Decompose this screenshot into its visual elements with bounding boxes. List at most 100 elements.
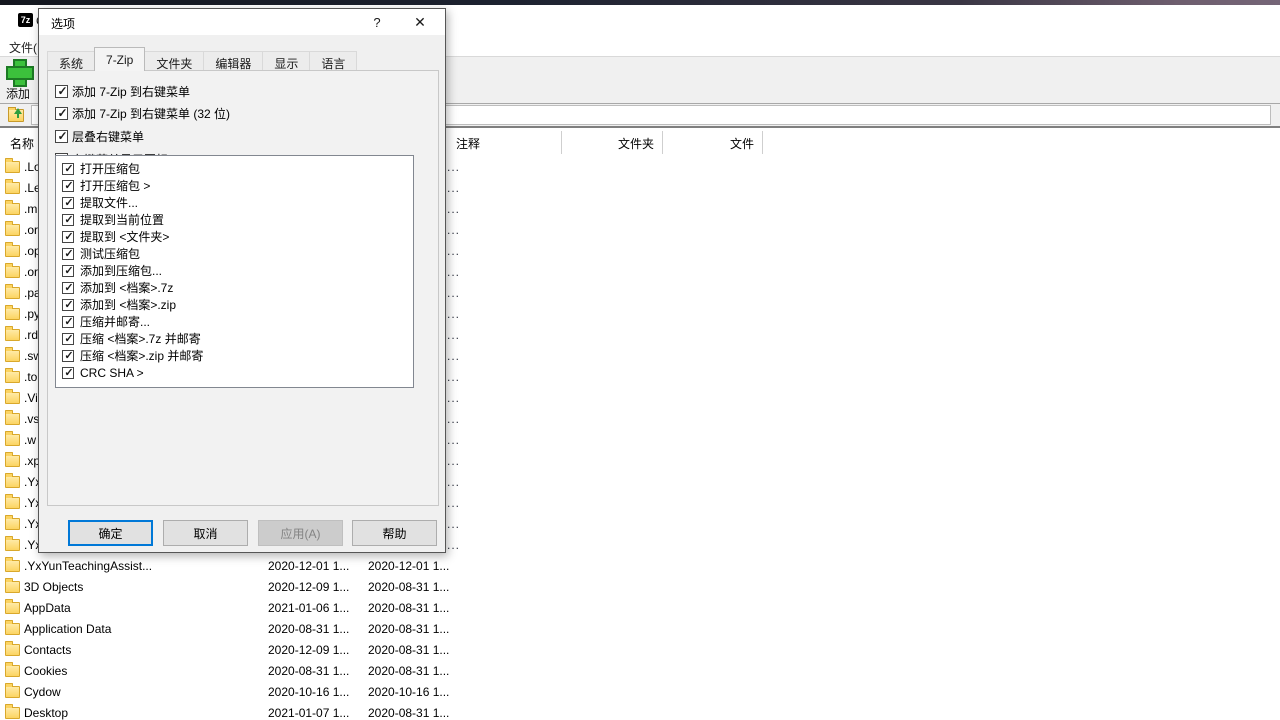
context-item-label: 添加到 <档案>.7z: [80, 279, 173, 296]
context-menu-item-row[interactable]: 提取文件...: [62, 194, 413, 211]
context-menu-item-row[interactable]: 压缩 <档案>.7z 并邮寄: [62, 330, 413, 347]
option-checkbox-row[interactable]: 添加 7-Zip 到右键菜单: [55, 83, 190, 99]
checkbox-icon[interactable]: [62, 282, 74, 294]
folder-icon: [5, 203, 20, 215]
add-button[interactable]: 添加: [1, 59, 35, 103]
file-row[interactable]: Desktop 2021-01-07 1... 2020-08-31 1...: [0, 702, 1280, 720]
checkbox-icon[interactable]: [62, 180, 74, 192]
file-row[interactable]: Cookies 2020-08-31 1... 2020-08-31 1...: [0, 660, 1280, 681]
tab-文件夹[interactable]: 文件夹: [144, 51, 204, 71]
checkbox-icon[interactable]: [62, 265, 74, 277]
checkbox-icon[interactable]: [62, 214, 74, 226]
ok-button[interactable]: 确定: [68, 520, 153, 546]
column-header-comment[interactable]: 注释: [456, 135, 480, 152]
context-menu-item-row[interactable]: 提取到当前位置: [62, 211, 413, 228]
file-row[interactable]: Contacts 2020-12-09 1... 2020-08-31 1...: [0, 639, 1280, 660]
truncated-date-ellipsis: ...: [447, 265, 460, 279]
checkbox-icon[interactable]: [55, 85, 68, 98]
cancel-button[interactable]: 取消: [163, 520, 248, 546]
file-row[interactable]: AppData 2021-01-06 1... 2020-08-31 1...: [0, 597, 1280, 618]
file-name: Cookies: [24, 664, 67, 678]
context-menu-item-row[interactable]: CRC SHA >: [62, 364, 413, 381]
checkbox-icon[interactable]: [62, 197, 74, 209]
dialog-titlebar: 选项 ? ✕: [39, 9, 445, 35]
file-row[interactable]: .YxYunTeachingAssist... 2020-12-01 1... …: [0, 555, 1280, 576]
dialog-help-icon[interactable]: ?: [360, 9, 394, 35]
file-created-date: 2020-08-31 1...: [368, 664, 458, 678]
column-header-folders[interactable]: 文件夹: [563, 135, 654, 152]
option-checkbox-row[interactable]: 层叠右键菜单: [55, 128, 144, 144]
folder-icon: [5, 707, 20, 719]
7zip-app-icon: 7z: [18, 13, 33, 27]
checkbox-icon[interactable]: [62, 333, 74, 345]
option-checkbox-row[interactable]: 添加 7-Zip 到右键菜单 (32 位): [55, 106, 230, 122]
file-created-date: 2020-08-31 1...: [368, 706, 458, 720]
file-row[interactable]: 3D Objects 2020-12-09 1... 2020-08-31 1.…: [0, 576, 1280, 597]
context-menu-item-row[interactable]: 打开压缩包: [62, 160, 413, 177]
help-button[interactable]: 帮助: [352, 520, 437, 546]
truncated-date-ellipsis: ...: [447, 433, 460, 447]
up-one-level-button[interactable]: [5, 105, 27, 125]
folder-icon: [5, 497, 20, 509]
checkbox-icon[interactable]: [62, 350, 74, 362]
context-menu-item-row[interactable]: 提取到 <文件夹>: [62, 228, 413, 245]
checkbox-icon[interactable]: [62, 367, 74, 379]
context-menu-item-row[interactable]: 添加到压缩包...: [62, 262, 413, 279]
context-item-label: 压缩 <档案>.zip 并邮寄: [80, 347, 203, 364]
checkbox-icon[interactable]: [55, 130, 68, 143]
column-divider[interactable]: [662, 131, 663, 154]
tab-系统[interactable]: 系统: [47, 51, 95, 71]
tab-语言[interactable]: 语言: [309, 51, 357, 71]
checkbox-icon[interactable]: [62, 316, 74, 328]
file-name: .or: [24, 223, 38, 237]
checkbox-icon[interactable]: [55, 107, 68, 120]
tab-显示[interactable]: 显示: [262, 51, 310, 71]
context-menu-item-row[interactable]: 压缩并邮寄...: [62, 313, 413, 330]
context-menu-item-row[interactable]: 添加到 <档案>.zip: [62, 296, 413, 313]
context-item-label: 提取到 <文件夹>: [80, 228, 169, 245]
context-menu-item-row[interactable]: 添加到 <档案>.7z: [62, 279, 413, 296]
truncated-date-ellipsis: ...: [447, 244, 460, 258]
dialog-title: 选项: [51, 15, 75, 32]
truncated-date-ellipsis: ...: [447, 223, 460, 237]
truncated-date-ellipsis: ...: [447, 538, 460, 552]
context-item-label: 提取到当前位置: [80, 211, 164, 228]
folder-icon: [5, 686, 20, 698]
tab-7-Zip[interactable]: 7-Zip: [94, 47, 145, 71]
checkbox-icon[interactable]: [62, 248, 74, 260]
folder-icon: [5, 308, 20, 320]
column-header-name[interactable]: 名称: [10, 135, 34, 152]
folder-icon: [5, 644, 20, 656]
context-menu-item-row[interactable]: 打开压缩包 >: [62, 177, 413, 194]
context-menu-item-row[interactable]: 压缩 <档案>.zip 并邮寄: [62, 347, 413, 364]
folder-icon: [5, 266, 20, 278]
tab-编辑器[interactable]: 编辑器: [203, 51, 263, 71]
file-modified-date: 2020-12-09 1...: [268, 643, 362, 657]
context-menu-item-row[interactable]: 测试压缩包: [62, 245, 413, 262]
context-item-label: 压缩 <档案>.7z 并邮寄: [80, 330, 201, 347]
column-divider[interactable]: [561, 131, 562, 154]
options-dialog: 选项 ? ✕ 系统 7-Zip 文件夹 编辑器 显示 语言 添加 7-Zip 到…: [38, 8, 446, 553]
file-row[interactable]: Cydow 2020-10-16 1... 2020-10-16 1...: [0, 681, 1280, 702]
file-name: Application Data: [24, 622, 111, 636]
file-name: Desktop: [24, 706, 68, 720]
folder-icon: [5, 350, 20, 362]
checkbox-icon[interactable]: [62, 299, 74, 311]
column-header-files[interactable]: 文件: [664, 135, 754, 152]
file-row[interactable]: Application Data 2020-08-31 1... 2020-08…: [0, 618, 1280, 639]
folder-icon: [5, 476, 20, 488]
column-divider[interactable]: [762, 131, 763, 154]
folder-up-icon: [8, 109, 24, 122]
folder-icon: [5, 665, 20, 677]
dialog-close-icon[interactable]: ✕: [403, 9, 437, 35]
folder-icon: [5, 518, 20, 530]
apply-button[interactable]: 应用(A): [258, 520, 343, 546]
context-item-label: 添加到压缩包...: [80, 262, 162, 279]
folder-icon: [5, 245, 20, 257]
folder-icon: [5, 329, 20, 341]
checkbox-icon[interactable]: [62, 163, 74, 175]
context-item-label: CRC SHA >: [80, 366, 144, 380]
checkbox-icon[interactable]: [62, 231, 74, 243]
screen: 7z C:\ 文件(F) 添加 提取 名称 注释 文件夹 文件 .Lo: [0, 0, 1280, 720]
file-name: AppData: [24, 601, 71, 615]
